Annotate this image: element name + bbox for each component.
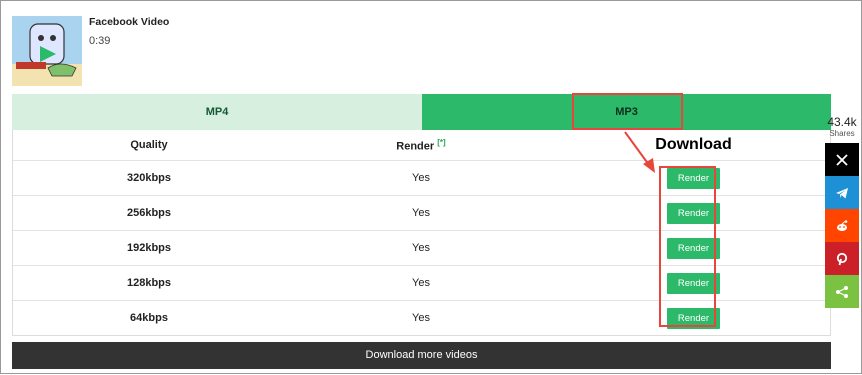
share-count: 43.4k [827,115,857,129]
column-header-render-label: Render [396,140,435,153]
share-pinterest-button[interactable] [825,242,859,275]
format-tabs: MP4 MP3 [12,94,831,130]
render-cell: Yes [412,312,430,324]
reddit-icon [837,219,848,231]
render-buttons-highlight-box [659,166,716,327]
column-header-render: Render [*] [285,138,557,153]
telegram-icon [836,187,848,198]
quality-cell: 256kbps [126,207,172,219]
share-more-button[interactable] [825,275,859,308]
quality-cell: 320kbps [126,172,172,184]
column-header-download: Download [655,136,732,153]
quality-cell: 128kbps [126,277,172,289]
quality-cell: 64kbps [130,312,168,324]
table-header-row: Quality Render [*] Download [13,130,830,160]
share-icon [836,285,848,298]
download-more-videos-button[interactable]: Download more videos [12,342,831,369]
render-cell: Yes [412,242,430,254]
quality-cell: 192kbps [126,242,172,254]
share-counter: 43.4k Shares [825,115,859,138]
video-title: Facebook Video [89,16,170,28]
share-label: Shares [829,129,855,138]
share-x-button[interactable] [825,143,859,176]
video-thumbnail [12,16,82,86]
share-reddit-button[interactable] [825,209,859,242]
render-cell: Yes [412,277,430,289]
pinterest-icon [836,252,848,265]
share-telegram-button[interactable] [825,176,859,209]
mp3-tab-highlight-box [572,93,683,130]
render-note-link[interactable]: [*] [437,138,445,147]
column-header-quality: Quality [130,139,168,151]
video-duration: 0:39 [89,35,111,47]
x-icon [836,153,848,166]
tab-mp4[interactable]: MP4 [12,94,422,130]
render-cell: Yes [412,207,430,219]
render-cell: Yes [412,172,430,184]
